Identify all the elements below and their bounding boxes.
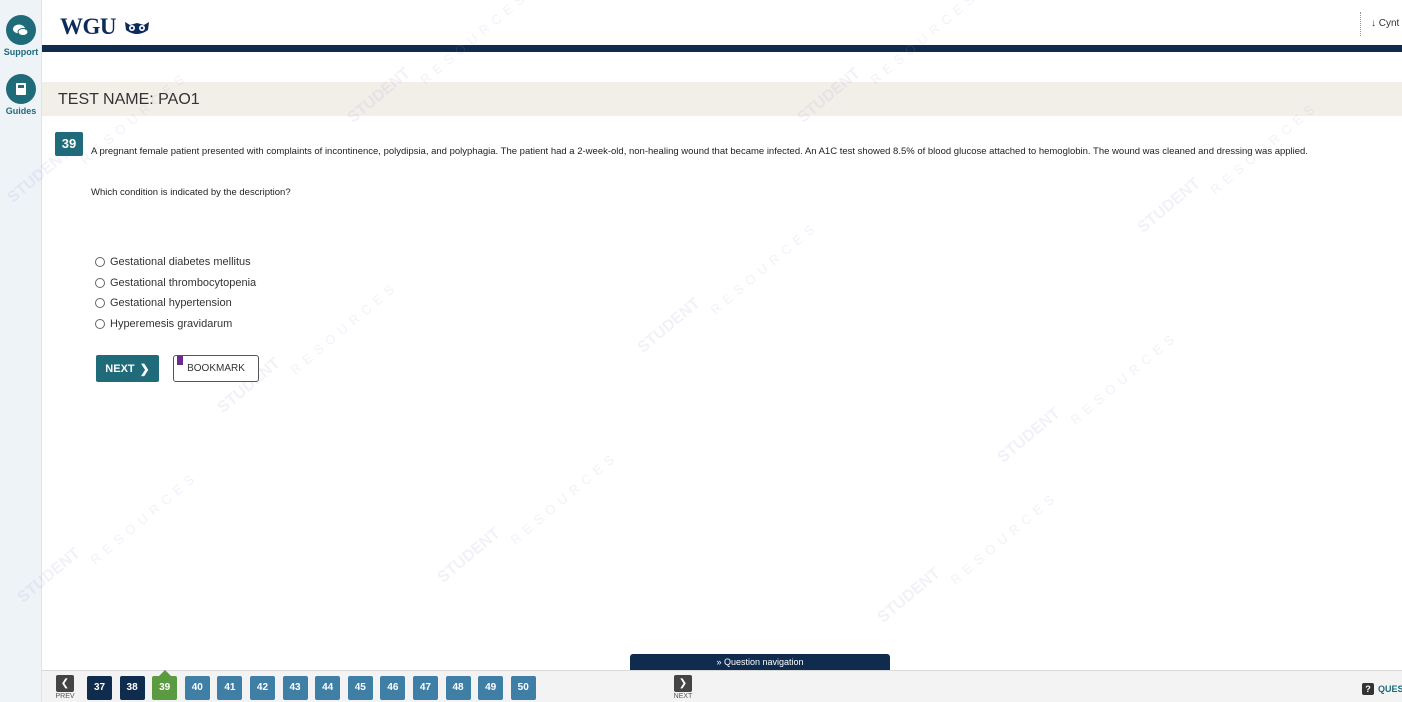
radio-button[interactable]	[95, 318, 105, 329]
watermark-text: STUDENT	[434, 524, 504, 587]
guides-label: Guides	[5, 106, 37, 116]
next-button-label: NEXT	[105, 362, 135, 375]
watermark-sub: RESOURCES	[507, 448, 622, 548]
question-text: A pregnant female patient presented with…	[91, 146, 1308, 157]
chevron-right-icon: ❯	[674, 675, 692, 692]
page-button[interactable]: 50	[510, 676, 536, 700]
test-name: TEST NAME: PAO1	[58, 91, 200, 108]
page-button[interactable]: 49	[478, 676, 504, 700]
watermark-text: STUDENT	[874, 564, 944, 627]
page-button[interactable]: 42	[249, 676, 275, 700]
page-button[interactable]: 46	[380, 676, 406, 700]
prev-label: PREV	[55, 693, 75, 700]
owl-icon	[124, 16, 150, 42]
answer-option[interactable]: Gestational thrombocytopenia	[95, 273, 256, 294]
watermark: STUDENTRESOURCES	[995, 314, 1182, 478]
watermark-sub: RESOURCES	[947, 488, 1062, 588]
help-label: QUES	[1378, 684, 1402, 694]
next-nav-button[interactable]: ❯ NEXT	[673, 675, 693, 700]
watermark-sub: RESOURCES	[1067, 328, 1182, 428]
answer-option[interactable]: Gestational diabetes mellitus	[95, 252, 256, 273]
page-button[interactable]: 38	[119, 676, 145, 700]
page-button[interactable]: 40	[184, 676, 210, 700]
page-button-current[interactable]: 39	[152, 670, 178, 700]
support-label: Support	[3, 47, 39, 57]
answer-label: Gestational thrombocytopenia	[110, 276, 257, 289]
answer-label: Hyperemesis gravidarum	[110, 317, 233, 330]
watermark: STUDENTRESOURCES	[15, 454, 202, 618]
bookmark-flag-icon	[177, 356, 183, 365]
watermark-sub: RESOURCES	[87, 468, 202, 568]
guides-link[interactable]: Guides	[0, 74, 42, 116]
logo-text: WGU	[60, 14, 117, 39]
answer-option[interactable]: Gestational hypertension	[95, 293, 256, 314]
bookmark-button[interactable]: BOOKMARK	[173, 355, 259, 382]
watermark-sub: RESOURCES	[707, 218, 822, 318]
answer-label: Gestational hypertension	[110, 297, 232, 310]
watermark-text: STUDENT	[634, 294, 704, 357]
watermark-sub: RESOURCES	[287, 278, 402, 378]
answer-option[interactable]: Hyperemesis gravidarum	[95, 314, 256, 335]
next-button[interactable]: NEXT ❯	[96, 355, 159, 382]
answer-label: Gestational diabetes mellitus	[110, 256, 251, 269]
watermark: STUDENTRESOURCES	[875, 474, 1062, 638]
header: WGU ↓ Cynt	[42, 0, 1402, 46]
radio-button[interactable]	[95, 257, 105, 268]
radio-button[interactable]	[95, 277, 105, 288]
left-rail: Support Guides	[0, 0, 42, 702]
page-button[interactable]: 41	[217, 676, 243, 700]
test-name-band: TEST NAME: PAO1	[42, 82, 1402, 116]
chevron-right-icon: ❯	[139, 361, 150, 376]
next-nav-label: NEXT	[673, 693, 693, 700]
header-divider	[42, 45, 1402, 52]
book-icon	[6, 74, 36, 104]
radio-button[interactable]	[95, 298, 105, 309]
question-pages: 37 38 39 40 41 42 43 44 45 46 47 48 49 5…	[87, 670, 543, 700]
watermark-text: STUDENT	[994, 404, 1064, 467]
page-button[interactable]: 45	[347, 676, 373, 700]
answer-options: Gestational diabetes mellitus Gestationa…	[95, 252, 256, 334]
chat-bubble-icon	[6, 15, 36, 45]
page-button[interactable]: 37	[87, 676, 112, 700]
page-button[interactable]: 43	[282, 676, 308, 700]
chevron-left-icon: ❮	[56, 675, 74, 692]
page-button[interactable]: 47	[412, 676, 438, 700]
support-link[interactable]: Support	[0, 15, 42, 57]
page-button[interactable]: 48	[445, 676, 471, 700]
watermark: STUDENTRESOURCES	[435, 434, 622, 598]
user-menu[interactable]: ↓ Cynt	[1360, 12, 1402, 36]
question-prompt: Which condition is indicated by the desc…	[91, 187, 291, 198]
help-icon: ?	[1362, 683, 1374, 695]
watermark-text: STUDENT	[1134, 174, 1204, 237]
wgu-logo[interactable]: WGU	[60, 14, 150, 42]
question-navigation-toggle[interactable]: » Question navigation	[630, 654, 890, 670]
question-help[interactable]: ? QUES	[1362, 683, 1402, 695]
bookmark-button-label: BOOKMARK	[187, 363, 245, 374]
page-button[interactable]: 44	[315, 676, 341, 700]
question-number-badge: 39	[55, 132, 83, 156]
prev-button[interactable]: ❮ PREV	[55, 675, 75, 700]
watermark: STUDENTRESOURCES	[635, 204, 822, 368]
